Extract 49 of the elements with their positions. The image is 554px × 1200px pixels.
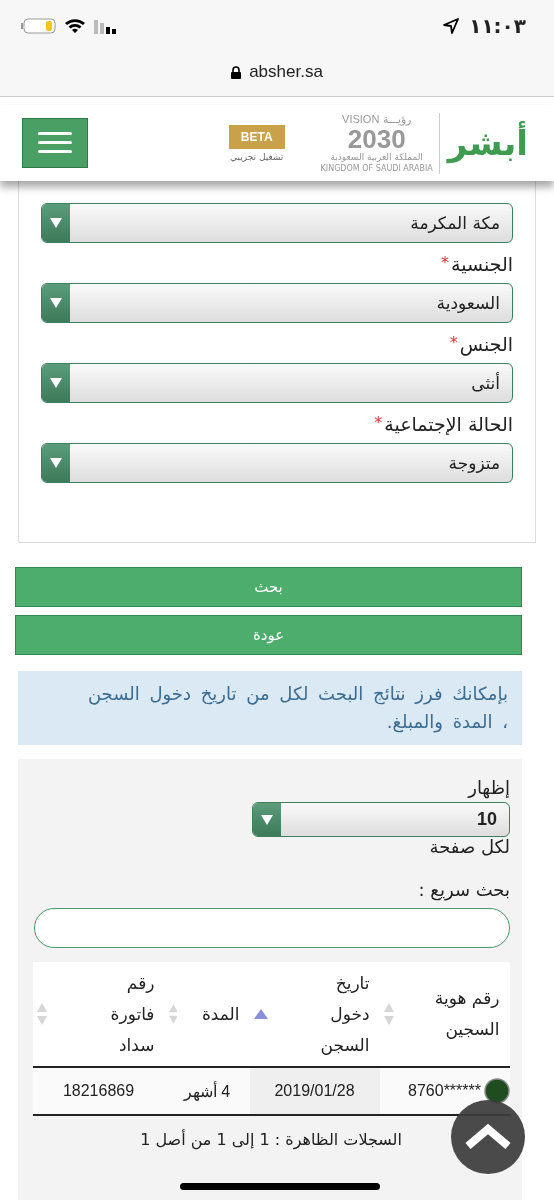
field-label: الجنسية xyxy=(451,253,513,275)
dropdown[interactable]: أنثى xyxy=(41,363,513,403)
battery-icon xyxy=(20,18,56,34)
brand-logo: أبشر xyxy=(447,123,528,163)
page-size-dropdown[interactable]: 10 xyxy=(252,802,510,837)
dropdown[interactable]: متزوجة xyxy=(41,443,513,483)
signal-icon xyxy=(94,18,118,34)
dropdown-arrow-icon xyxy=(50,458,62,468)
required-asterisk: * xyxy=(374,413,383,432)
quick-search-field[interactable] xyxy=(34,908,510,948)
dropdown-arrow-icon xyxy=(50,298,62,308)
dropdown-arrow-icon xyxy=(261,814,273,825)
info-message: بإمكانك فرز نتائج البحث لكل من تاريخ دخول السجن ، المدة والمبلغ. xyxy=(18,671,522,745)
expand-row-icon[interactable] xyxy=(483,1078,510,1104)
quick-search-label: بحث سريع : xyxy=(418,879,510,900)
column-header[interactable]: تاريخ دخول السجن xyxy=(249,962,380,1066)
beta-caption: تشغيل تجريبي xyxy=(230,151,284,162)
column-header[interactable]: المدة xyxy=(164,962,250,1066)
chevron-up-icon xyxy=(465,1124,511,1150)
menu-icon xyxy=(38,132,72,154)
required-asterisk: * xyxy=(441,253,450,272)
field-label: الحالة الإجتماعية xyxy=(384,413,513,435)
column-header[interactable]: رقم هوية السجين xyxy=(379,962,510,1066)
vision-arabic-word: رؤيـــة xyxy=(383,112,412,126)
field-label: الجنس xyxy=(459,333,513,355)
dropdown[interactable]: السعودية xyxy=(41,283,513,323)
per-page-label: لكل صفحة xyxy=(429,837,510,857)
clock-time: ١١:٠٣ xyxy=(469,14,526,38)
dropdown[interactable]: مكة المكرمة xyxy=(41,203,513,243)
wifi-icon xyxy=(64,18,86,34)
table-cell: 2019/01/28 xyxy=(249,1068,380,1114)
vision-word: VISION xyxy=(342,112,380,126)
lock-icon xyxy=(231,65,242,79)
kingdom-arabic-name: المملكة العربية السعودية xyxy=(330,151,423,163)
table-cell: ******8760 xyxy=(379,1068,510,1114)
records-summary: السجلات الظاهرة : 1 إلى 1 من أصل 1 xyxy=(140,1130,402,1149)
show-label: إظهار xyxy=(468,777,510,798)
table-cell-text: 4 أشهر xyxy=(182,1080,232,1103)
beta-badge: BETA xyxy=(228,124,285,149)
vision-year: 2030 xyxy=(347,125,406,152)
column-header[interactable]: رقم فاتورة سداد xyxy=(32,962,165,1066)
location-arrow-icon xyxy=(443,18,460,34)
required-asterisk: * xyxy=(449,333,458,352)
kingdom-english-name: KINGDOM OF SAUDI ARABIA xyxy=(320,162,433,174)
menu-button[interactable] xyxy=(22,118,88,168)
url-text[interactable]: absher.sa xyxy=(249,62,323,82)
table-cell-text: 18216869 xyxy=(61,1081,136,1101)
dropdown-arrow-icon xyxy=(50,218,62,228)
dropdown-arrow-icon xyxy=(50,378,62,388)
